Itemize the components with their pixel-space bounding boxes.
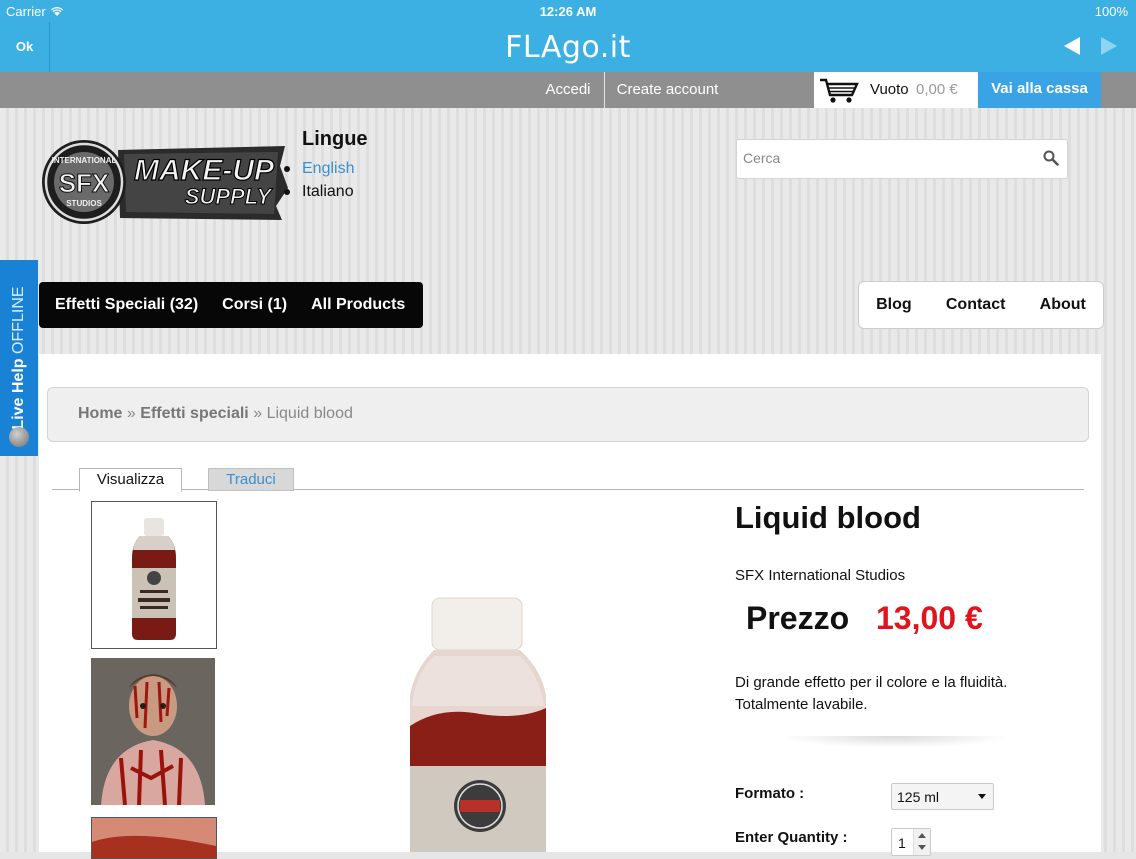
language-selector: Lingue English Italiano bbox=[284, 128, 368, 203]
product-thumbnail[interactable] bbox=[91, 501, 217, 649]
page-title: FLAgo.it bbox=[505, 30, 631, 65]
product-thumbnail[interactable] bbox=[91, 658, 215, 805]
live-help-tab[interactable]: Live Help OFFLINE bbox=[0, 260, 38, 456]
quantity-value: 1 bbox=[898, 835, 906, 851]
product-description: Di grande effetto per il colore e la flu… bbox=[735, 674, 1008, 713]
login-link[interactable]: Accedi bbox=[532, 72, 605, 108]
checkout-button[interactable]: Vai alla cassa bbox=[978, 72, 1101, 108]
menu-item-blog[interactable]: Blog bbox=[876, 296, 912, 314]
tabs-divider bbox=[52, 489, 1084, 490]
product-brand: SFX International Studios bbox=[735, 567, 906, 584]
search-icon[interactable] bbox=[1043, 150, 1059, 166]
increment-icon[interactable] bbox=[918, 833, 926, 838]
search-input[interactable] bbox=[737, 140, 1039, 176]
breadcrumb-home[interactable]: Home bbox=[78, 405, 122, 422]
status-dot-icon bbox=[9, 427, 29, 447]
site-logo[interactable]: INTERNATIONAL SFX STUDIOS MAKE-UP SUPPLY bbox=[40, 136, 290, 228]
category-menu: Effetti Speciali (32) Corsi (1) All Prod… bbox=[39, 282, 424, 328]
menu-item-all-products[interactable]: All Products bbox=[299, 282, 423, 328]
breadcrumb-separator: » bbox=[253, 405, 263, 422]
price-value: 13,00 € bbox=[876, 600, 983, 636]
cart-amount: 0,00 € bbox=[916, 81, 958, 98]
menu-item-about[interactable]: About bbox=[1040, 296, 1086, 314]
quantity-label: Enter Quantity : bbox=[735, 829, 848, 846]
menu-item-corsi[interactable]: Corsi (1) bbox=[210, 282, 299, 328]
breadcrumb-category[interactable]: Effetti speciali bbox=[140, 405, 248, 422]
create-account-link[interactable]: Create account bbox=[605, 72, 730, 108]
forward-arrow-icon[interactable] bbox=[1101, 37, 1117, 55]
tab-visualizza[interactable]: Visualizza bbox=[79, 468, 182, 492]
language-english[interactable]: English bbox=[284, 157, 368, 180]
price-label: Prezzo bbox=[746, 600, 850, 636]
logo-makeup: MAKE-UP bbox=[134, 154, 275, 187]
product-main-image bbox=[410, 597, 546, 852]
search-box bbox=[736, 139, 1068, 179]
status-bar: Carrier 12:26 AM 100% bbox=[0, 0, 1136, 22]
logo-international: INTERNATIONAL bbox=[52, 156, 117, 165]
menu-item-contact[interactable]: Contact bbox=[946, 296, 1006, 314]
logo-supply: SUPPLY bbox=[185, 184, 274, 209]
live-help-text: Live Help OFFLINE bbox=[10, 286, 27, 430]
format-select[interactable]: 125 ml bbox=[891, 783, 994, 810]
logo-sfx: SFX bbox=[59, 168, 110, 198]
cart-summary[interactable]: Vuoto 0,00 € bbox=[814, 72, 978, 108]
divider-shadow bbox=[780, 736, 1010, 748]
decrement-icon[interactable] bbox=[918, 845, 926, 850]
info-menu: Blog Contact About bbox=[858, 281, 1104, 329]
format-value: 125 ml bbox=[897, 789, 940, 805]
tab-traduci[interactable]: Traduci bbox=[208, 468, 294, 491]
format-label: Formato : bbox=[735, 785, 805, 802]
back-arrow-icon[interactable] bbox=[1064, 37, 1080, 55]
logo-studios: STUDIOS bbox=[66, 199, 102, 208]
language-heading: Lingue bbox=[302, 128, 368, 150]
language-italian[interactable]: Italiano bbox=[284, 180, 368, 203]
breadcrumb-current: Liquid blood bbox=[266, 405, 353, 422]
cart-icon bbox=[820, 78, 859, 103]
bloody-face-thumbnail-image bbox=[91, 658, 215, 805]
breadcrumb-separator: » bbox=[126, 405, 136, 422]
battery-level: 100% bbox=[1094, 4, 1128, 19]
menu-item-effetti-speciali[interactable]: Effetti Speciali (32) bbox=[39, 282, 210, 328]
product-name: Liquid blood bbox=[735, 500, 921, 535]
bottle-thumbnail-image bbox=[132, 518, 176, 640]
account-bar: Accedi Create account Vuoto 0,00 € Vai a… bbox=[0, 72, 1136, 108]
skin-thumbnail-image bbox=[92, 818, 216, 858]
clock: 12:26 AM bbox=[539, 4, 597, 19]
chevron-down-icon bbox=[978, 794, 986, 799]
cart-status: Vuoto bbox=[870, 81, 909, 98]
product-thumbnail[interactable] bbox=[91, 817, 217, 859]
stepper-buttons bbox=[913, 829, 930, 855]
breadcrumb: Home » Effetti speciali » Liquid blood bbox=[47, 387, 1089, 442]
navigation-bar: Ok FLAgo.it bbox=[0, 22, 1136, 72]
